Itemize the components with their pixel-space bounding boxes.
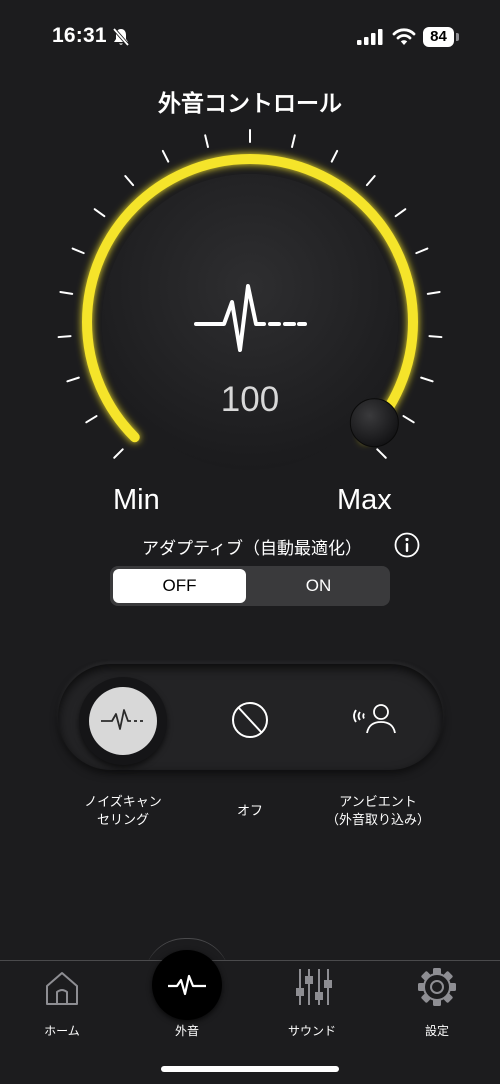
- mode-label-off: オフ: [200, 803, 300, 821]
- mode-label-line: セリング: [96, 813, 149, 828]
- dial-tick: [93, 208, 106, 218]
- dial-tick: [376, 448, 387, 459]
- off-icon[interactable]: [225, 695, 275, 745]
- home-icon[interactable]: [43, 968, 81, 1008]
- dial-tick: [426, 290, 441, 295]
- gear-icon[interactable]: [416, 966, 458, 1008]
- mode-label-line: オフ: [236, 804, 263, 819]
- dial-tick: [57, 335, 72, 339]
- mode-label-noise-cancelling: ノイズキャン セリング: [63, 794, 183, 830]
- dial-min-label: Min: [113, 484, 160, 516]
- waveform-icon: [168, 974, 206, 996]
- dial-tick: [113, 448, 124, 459]
- dial-tick: [428, 335, 443, 339]
- dial-tick: [71, 247, 85, 255]
- tab-outside-sound-button[interactable]: [152, 950, 222, 1020]
- ambient-icon[interactable]: [350, 695, 402, 745]
- mode-label-ambient: アンビエント （外音取り込み）: [308, 794, 448, 830]
- home-indicator: [161, 1066, 339, 1072]
- noise-cancelling-icon: [101, 709, 143, 730]
- noise-cancelling-button[interactable]: [79, 677, 167, 765]
- dial-tick: [365, 175, 376, 187]
- status-time: 16:31: [52, 24, 107, 47]
- wifi-icon: [392, 28, 416, 45]
- dial-tick: [291, 134, 296, 148]
- dial-tick: [330, 149, 339, 163]
- dial-tick: [204, 134, 209, 148]
- battery-nub: [456, 33, 459, 41]
- adaptive-off-option[interactable]: OFF: [113, 569, 246, 603]
- noise-cancelling-button-face: [89, 687, 157, 755]
- adaptive-label: アダプティブ（自動最適化）: [142, 539, 362, 559]
- cellular-signal-icon: [357, 29, 383, 45]
- dial-tick: [124, 175, 135, 187]
- mode-label-line: （外音取り込み）: [325, 813, 430, 828]
- tab-label-sound[interactable]: サウンド: [272, 1022, 352, 1039]
- tab-label-settings[interactable]: 設定: [397, 1022, 477, 1039]
- status-bar: 16:31 84: [0, 0, 500, 70]
- dial-tick: [415, 247, 429, 255]
- bell-slash-icon: [112, 27, 130, 47]
- volume-dial[interactable]: [0, 120, 500, 480]
- dial-tick: [59, 290, 74, 295]
- mode-label-line: アンビエント: [339, 795, 417, 810]
- tab-label-home[interactable]: ホーム: [22, 1022, 102, 1039]
- adaptive-on-option[interactable]: ON: [250, 569, 387, 603]
- dial-max-label: Max: [337, 484, 392, 516]
- battery-icon: 84: [423, 27, 459, 47]
- page-title: 外音コントロール: [158, 91, 342, 117]
- info-icon[interactable]: [394, 532, 420, 558]
- tab-label-outside-sound[interactable]: 外音: [147, 1022, 227, 1039]
- dial-value: 100: [220, 380, 280, 419]
- adaptive-toggle: OFF ON: [110, 566, 390, 606]
- equalizer-icon[interactable]: [294, 966, 334, 1008]
- dial-tick: [161, 149, 170, 163]
- battery-level: 84: [423, 27, 454, 47]
- dial-tick: [394, 208, 407, 218]
- mode-label-line: ノイズキャン: [84, 795, 162, 810]
